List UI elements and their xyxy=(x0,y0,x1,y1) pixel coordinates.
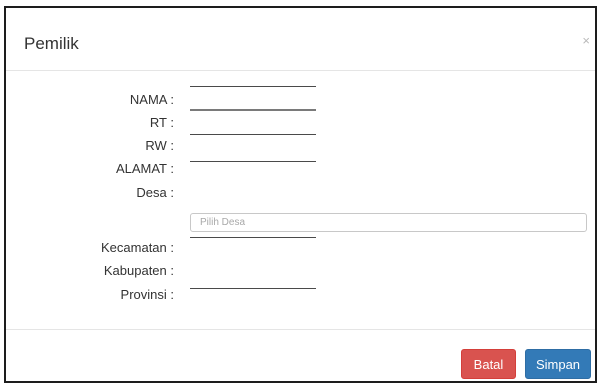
kecamatan-label: Kecamatan : xyxy=(101,240,174,255)
desa-select[interactable]: Pilih Desa xyxy=(190,213,587,232)
rt-input[interactable] xyxy=(190,134,316,135)
modal-footer: Batal Simpan xyxy=(6,329,595,382)
pemilik-modal: Pemilik × NAMA : RT : RW : ALAMAT : Desa… xyxy=(4,6,597,383)
nama-input[interactable] xyxy=(190,86,316,87)
rt-label: RT : xyxy=(149,115,174,130)
kecamatan-input[interactable] xyxy=(190,237,316,238)
desa-label: Desa : xyxy=(136,185,174,200)
modal-header: Pemilik × xyxy=(6,8,595,71)
close-icon[interactable]: × xyxy=(582,34,590,47)
rw-input[interactable] xyxy=(190,161,316,162)
nama-input-secondary[interactable] xyxy=(190,109,316,111)
nama-label: NAMA : xyxy=(129,92,174,107)
rw-label: RW : xyxy=(145,138,174,153)
modal-title: Pemilik xyxy=(24,34,79,53)
save-button[interactable]: Simpan xyxy=(525,349,591,379)
alamat-label: ALAMAT : xyxy=(115,161,174,176)
kabupaten-label: Kabupaten : xyxy=(103,263,174,278)
kabupaten-input[interactable] xyxy=(190,288,316,289)
provinsi-label: Provinsi : xyxy=(120,287,174,302)
cancel-button[interactable]: Batal xyxy=(461,349,516,379)
